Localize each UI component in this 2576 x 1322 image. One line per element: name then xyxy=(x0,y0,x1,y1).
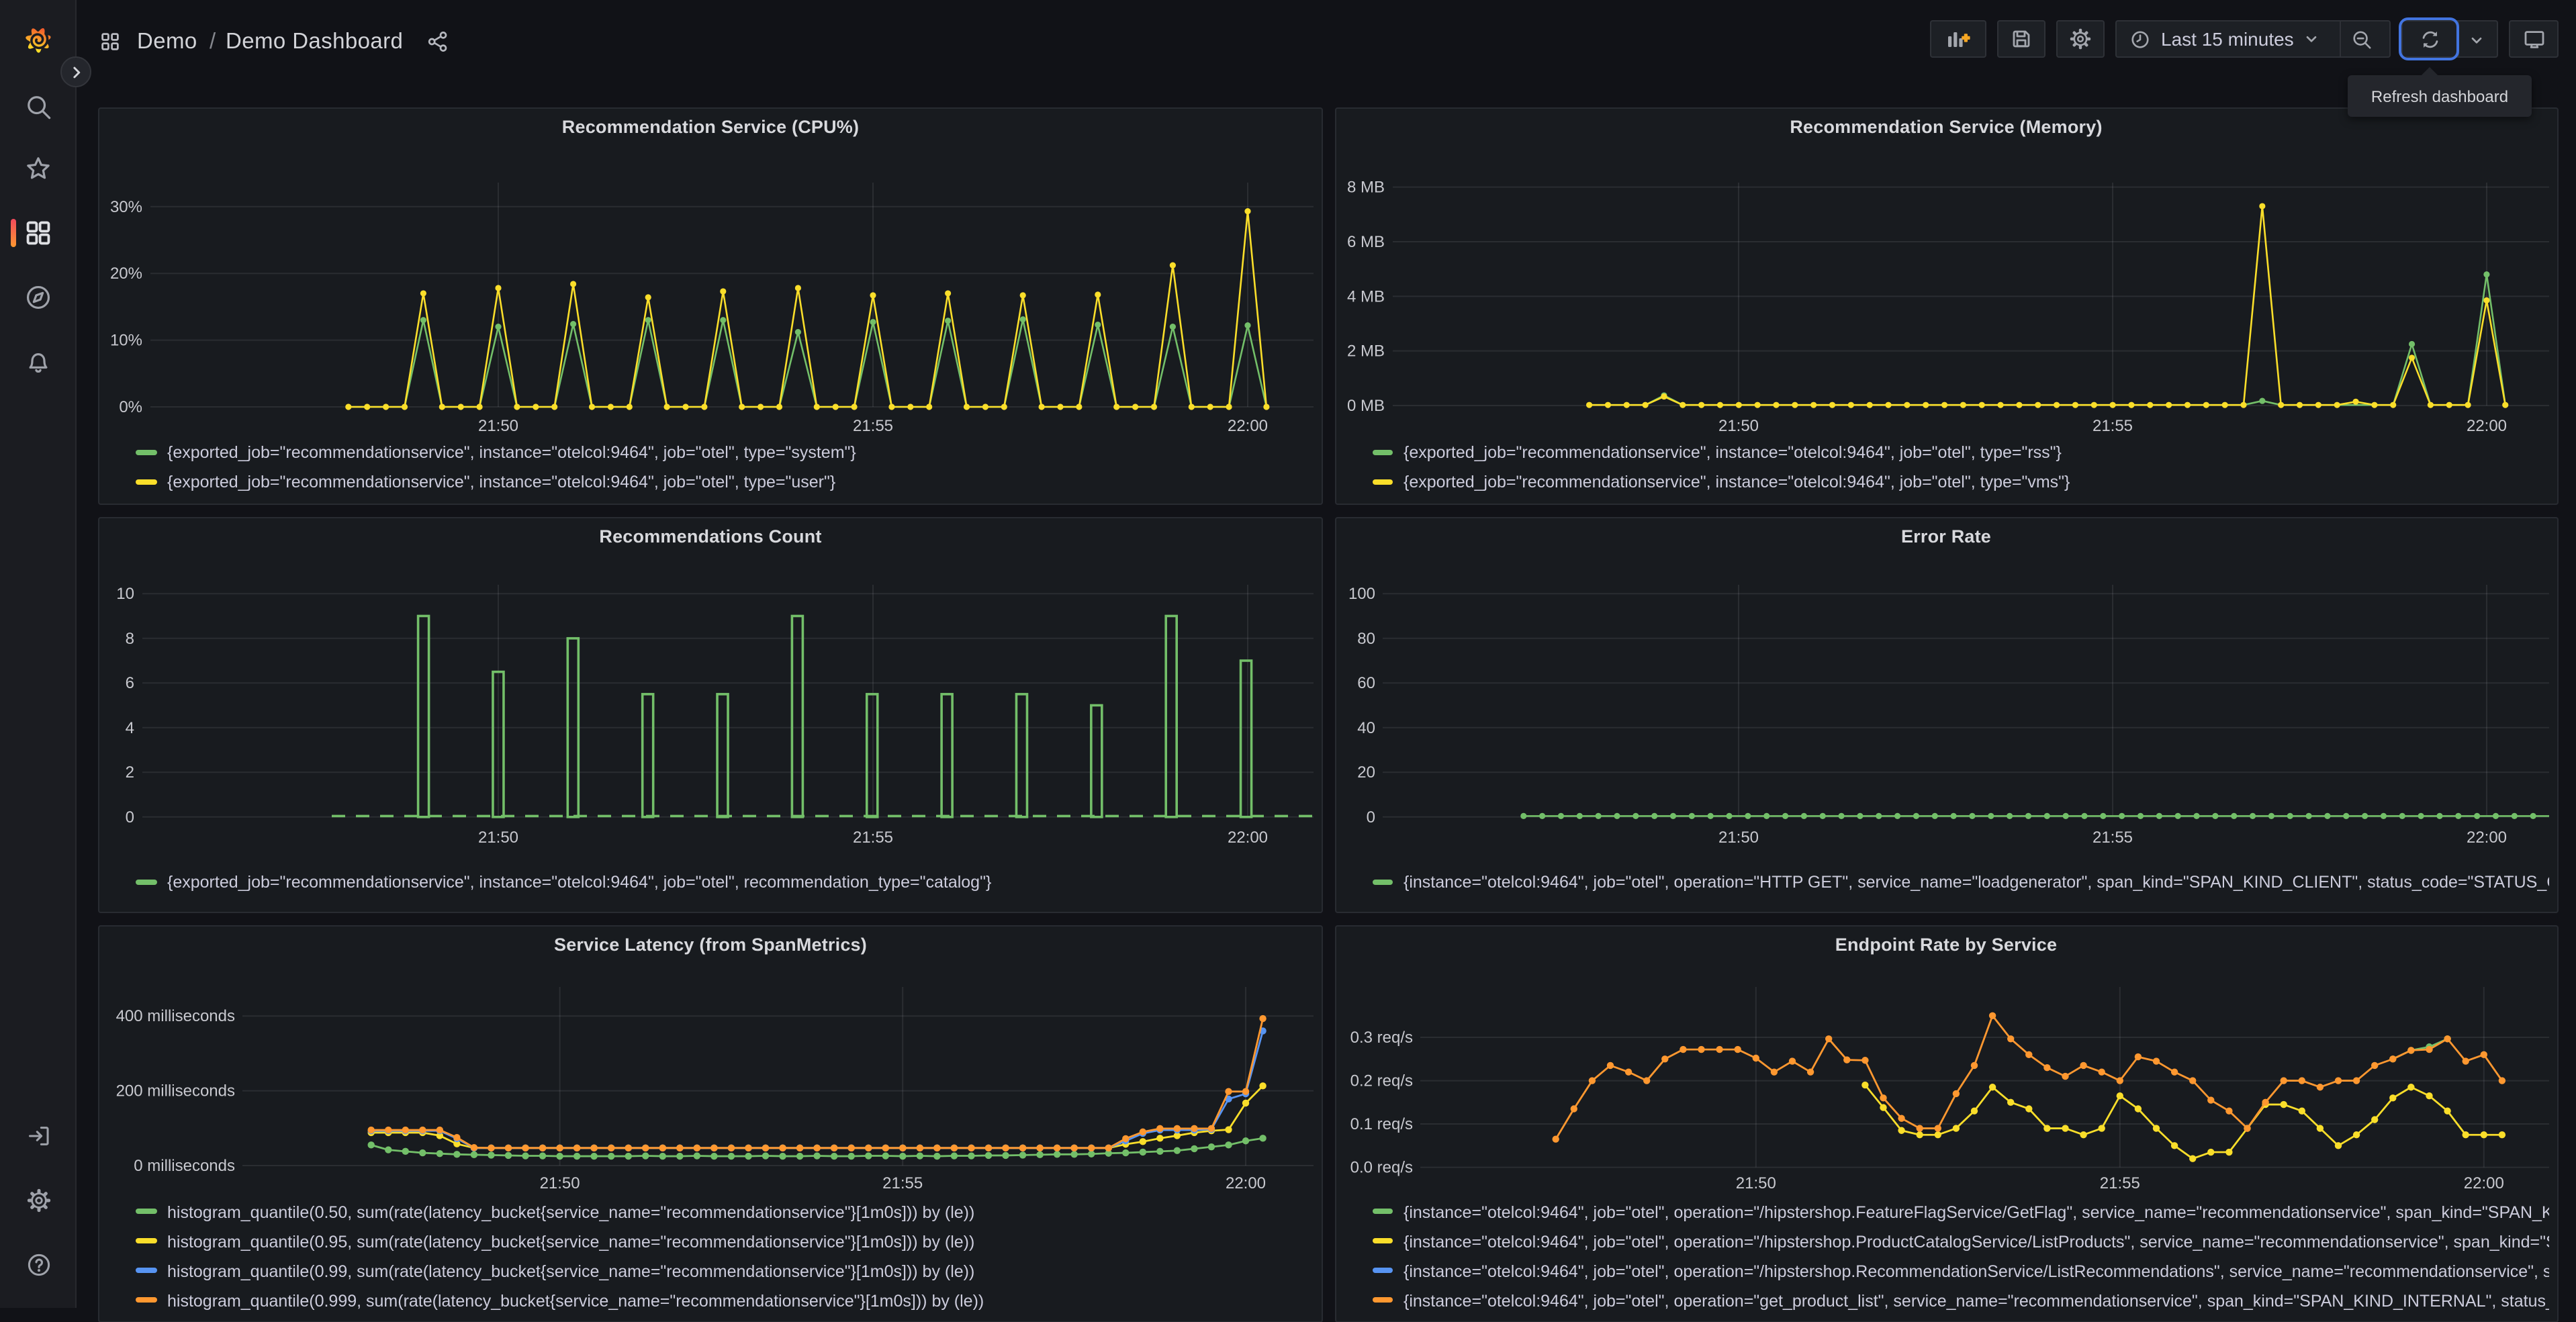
svg-text:4 MB: 4 MB xyxy=(1346,288,1384,306)
svg-text:0: 0 xyxy=(126,808,134,827)
svg-text:0 milliseconds: 0 milliseconds xyxy=(134,1158,235,1176)
svg-text:21:55: 21:55 xyxy=(882,1175,923,1193)
svg-text:0.0 req/s: 0.0 req/s xyxy=(1350,1159,1412,1177)
svg-text:21:55: 21:55 xyxy=(2092,829,2132,847)
svg-text:10%: 10% xyxy=(110,332,142,350)
svg-text:6: 6 xyxy=(126,674,134,692)
svg-text:0%: 0% xyxy=(119,399,142,417)
svg-text:21:50: 21:50 xyxy=(1718,829,1758,847)
svg-text:0.2 req/s: 0.2 req/s xyxy=(1350,1072,1412,1090)
svg-text:4: 4 xyxy=(126,719,134,737)
svg-text:30%: 30% xyxy=(110,198,142,216)
svg-text:60: 60 xyxy=(1356,674,1375,692)
svg-text:80: 80 xyxy=(1356,630,1375,648)
svg-text:22:00: 22:00 xyxy=(2463,1175,2503,1193)
svg-text:8: 8 xyxy=(126,630,134,648)
svg-text:22:00: 22:00 xyxy=(2466,829,2506,847)
svg-text:22:00: 22:00 xyxy=(1226,1175,1266,1193)
svg-text:200 milliseconds: 200 milliseconds xyxy=(116,1082,235,1100)
svg-text:400 milliseconds: 400 milliseconds xyxy=(116,1008,235,1026)
svg-text:21:50: 21:50 xyxy=(1718,418,1758,436)
svg-text:20: 20 xyxy=(1356,763,1375,782)
svg-text:21:55: 21:55 xyxy=(853,829,893,847)
svg-text:0.3 req/s: 0.3 req/s xyxy=(1350,1029,1412,1047)
svg-text:22:00: 22:00 xyxy=(1228,829,1268,847)
svg-text:100: 100 xyxy=(1348,585,1375,603)
svg-text:10: 10 xyxy=(116,585,134,603)
svg-text:21:50: 21:50 xyxy=(478,418,518,436)
svg-text:22:00: 22:00 xyxy=(2466,418,2506,436)
svg-text:8 MB: 8 MB xyxy=(1346,179,1384,197)
svg-text:0.1 req/s: 0.1 req/s xyxy=(1350,1116,1412,1134)
svg-text:21:50: 21:50 xyxy=(540,1175,580,1193)
svg-text:2 MB: 2 MB xyxy=(1346,342,1384,361)
svg-text:0: 0 xyxy=(1366,808,1375,827)
svg-text:21:55: 21:55 xyxy=(2099,1175,2140,1193)
svg-text:2: 2 xyxy=(126,763,134,782)
svg-text:22:00: 22:00 xyxy=(1228,418,1268,436)
svg-text:20%: 20% xyxy=(110,265,142,283)
svg-text:21:55: 21:55 xyxy=(2092,418,2132,436)
svg-text:40: 40 xyxy=(1356,719,1375,737)
svg-text:21:55: 21:55 xyxy=(853,418,893,436)
svg-text:21:50: 21:50 xyxy=(478,829,518,847)
svg-text:6 MB: 6 MB xyxy=(1346,234,1384,252)
svg-text:0 MB: 0 MB xyxy=(1346,397,1384,416)
svg-text:21:50: 21:50 xyxy=(1735,1175,1776,1193)
